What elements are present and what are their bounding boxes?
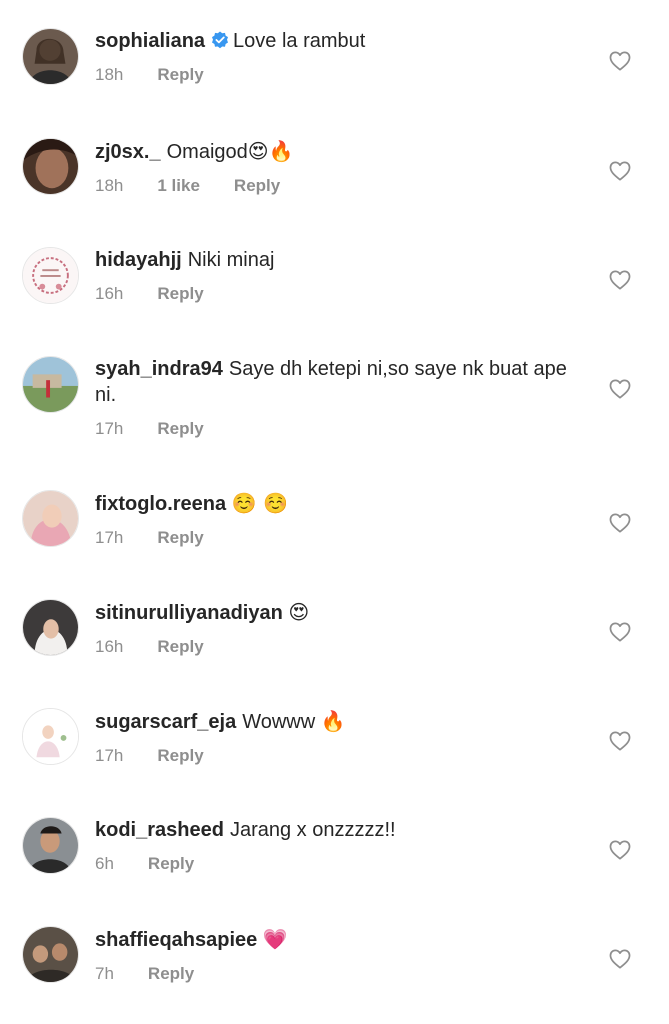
- comment-text-line: syah_indra94 Saye dh ketepi ni,so saye nk…: [95, 356, 579, 408]
- avatar[interactable]: [22, 28, 79, 85]
- reply-button[interactable]: Reply: [157, 636, 203, 658]
- verified-badge-icon: [211, 30, 229, 49]
- comment-body: shaffieqahsapiee 💗 7h Reply: [95, 926, 579, 985]
- reply-button[interactable]: Reply: [148, 853, 194, 875]
- comment-body: syah_indra94 Saye dh ketepi ni,so saye nk…: [95, 356, 579, 440]
- comment-body: sophialiana Love la rambut 18h Reply: [95, 28, 579, 86]
- reply-button[interactable]: Reply: [157, 745, 203, 767]
- comment-meta: 6h Reply: [95, 853, 579, 875]
- comment-username[interactable]: zj0sx._: [95, 141, 161, 163]
- comment-time: 17h: [95, 746, 124, 765]
- comment-text-line: kodi_rasheed Jarang x onzzzzz!!: [95, 817, 579, 843]
- comment-text: Niki minaj: [187, 249, 275, 271]
- heart-outline-icon[interactable]: [609, 622, 631, 642]
- heart-outline-icon[interactable]: [609, 949, 631, 969]
- reply-button[interactable]: Reply: [234, 175, 280, 197]
- comment-emoji: 😍: [288, 600, 310, 624]
- comment-username[interactable]: kodi_rasheed: [95, 819, 224, 841]
- comment-time: 16h: [95, 637, 124, 656]
- comment-emoji: 💗: [262, 927, 288, 951]
- comment-emoji: ☺️ ☺️: [231, 491, 288, 515]
- comment-text-line: sitinurulliyanadiyan 😍: [95, 599, 579, 626]
- comment-username[interactable]: sitinurulliyanadiyan: [95, 602, 283, 624]
- avatar[interactable]: [22, 599, 79, 656]
- comment-time: 6h: [95, 854, 114, 873]
- comment-username[interactable]: fixtoglo.reena: [95, 493, 226, 515]
- comment-time: 18h: [95, 65, 124, 84]
- comment-text-line: shaffieqahsapiee 💗: [95, 926, 579, 953]
- heart-outline-icon[interactable]: [609, 270, 631, 290]
- comment-body: zj0sx._ Omaigod😍🔥 18h 1 like Reply: [95, 138, 579, 197]
- comment-emoji: 😍🔥: [247, 139, 294, 163]
- reply-button[interactable]: Reply: [157, 527, 203, 549]
- avatar[interactable]: [22, 247, 79, 304]
- comment-likes[interactable]: 1 like: [157, 175, 200, 197]
- comment-meta: 18h 1 like Reply: [95, 175, 579, 197]
- comment-text: Wowww: [242, 711, 316, 733]
- comment-body: fixtoglo.reena ☺️ ☺️ 17h Reply: [95, 490, 579, 549]
- comment-body: sugarscarf_eja Wowww 🔥 17h Reply: [95, 708, 579, 767]
- comment-meta: 16h Reply: [95, 636, 579, 658]
- comment-meta: 7h Reply: [95, 963, 579, 985]
- avatar[interactable]: [22, 490, 79, 547]
- comment-time: 16h: [95, 284, 124, 303]
- comment-text-line: sugarscarf_eja Wowww 🔥: [95, 708, 579, 735]
- heart-outline-icon[interactable]: [609, 161, 631, 181]
- comment-body: kodi_rasheed Jarang x onzzzzz!! 6h Reply: [95, 817, 579, 875]
- reply-button[interactable]: Reply: [157, 418, 203, 440]
- comment-body: hidayahjj Niki minaj 16h Reply: [95, 247, 579, 305]
- comment-username[interactable]: sophialiana: [95, 30, 205, 52]
- comment-time: 17h: [95, 528, 124, 547]
- heart-outline-icon[interactable]: [609, 51, 631, 71]
- comment-meta: 17h Reply: [95, 418, 579, 440]
- reply-button[interactable]: Reply: [148, 963, 194, 985]
- avatar[interactable]: [22, 356, 79, 413]
- heart-outline-icon[interactable]: [609, 379, 631, 399]
- heart-outline-icon[interactable]: [609, 731, 631, 751]
- comment-username[interactable]: shaffieqahsapiee: [95, 929, 257, 951]
- comment-text-line: zj0sx._ Omaigod😍🔥: [95, 138, 579, 165]
- comment-text-line: hidayahjj Niki minaj: [95, 247, 579, 273]
- comment-time: 17h: [95, 419, 124, 438]
- comment-text-line: fixtoglo.reena ☺️ ☺️: [95, 490, 579, 517]
- comments-list: sophialiana Love la rambut 18h Reply zj0sx…: [0, 0, 669, 1024]
- comment-meta: 17h Reply: [95, 527, 579, 549]
- heart-outline-icon[interactable]: [609, 840, 631, 860]
- heart-outline-icon[interactable]: [609, 513, 631, 533]
- avatar[interactable]: [22, 926, 79, 983]
- comment-meta: 18h Reply: [95, 64, 579, 86]
- avatar[interactable]: [22, 817, 79, 874]
- comment-username[interactable]: sugarscarf_eja: [95, 711, 236, 733]
- avatar[interactable]: [22, 708, 79, 765]
- avatar[interactable]: [22, 138, 79, 195]
- comment-meta: 17h Reply: [95, 745, 579, 767]
- comment-text: Love la rambut: [233, 30, 366, 52]
- comment-username[interactable]: syah_indra94: [95, 358, 223, 380]
- comment-username[interactable]: hidayahjj: [95, 249, 182, 271]
- comment-body: sitinurulliyanadiyan 😍 16h Reply: [95, 599, 579, 658]
- comment-meta: 16h Reply: [95, 283, 579, 305]
- comment-text: Omaigod: [166, 141, 248, 163]
- comment-text: Jarang x onzzzzz!!: [229, 819, 396, 841]
- comment-time: 7h: [95, 964, 114, 983]
- reply-button[interactable]: Reply: [157, 64, 203, 86]
- comment-time: 18h: [95, 176, 124, 195]
- comment-text-line: sophialiana Love la rambut: [95, 28, 579, 54]
- reply-button[interactable]: Reply: [157, 283, 203, 305]
- comment-emoji: 🔥: [320, 709, 346, 733]
